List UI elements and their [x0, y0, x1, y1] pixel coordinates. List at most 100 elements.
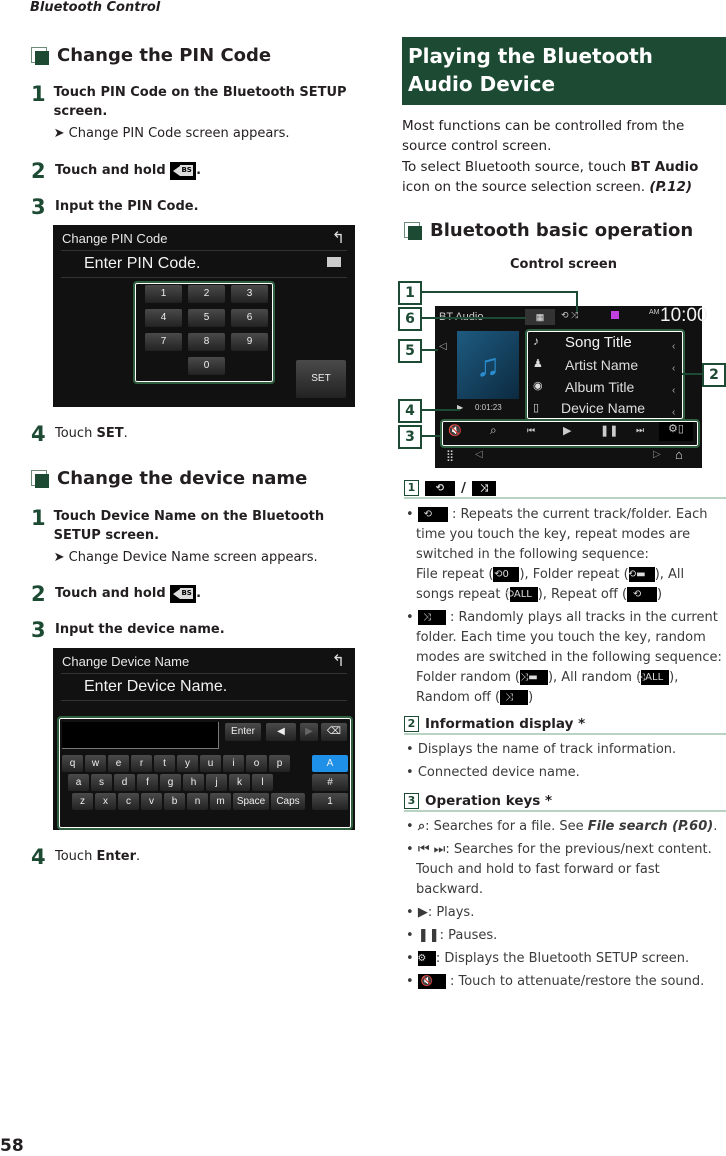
- keypad-key[interactable]: 4: [145, 309, 182, 327]
- keyboard-key[interactable]: o: [246, 755, 267, 772]
- play-bullet: • ▶: Plays.: [406, 905, 475, 920]
- keyboard-key[interactable]: a: [68, 774, 89, 791]
- source-select-button[interactable]: ▦: [525, 309, 555, 325]
- pause-button[interactable]: ❚❚: [600, 424, 618, 437]
- keyboard-key[interactable]: r: [131, 755, 152, 772]
- text: : Pauses.: [439, 928, 498, 943]
- album-title: Album Title: [565, 379, 635, 395]
- text: Displays the name of track information.: [417, 742, 677, 757]
- step-number: 1: [31, 82, 46, 106]
- page-ref-link[interactable]: File search (P.60): [588, 819, 713, 834]
- text: ), Repeat off (: [537, 587, 628, 602]
- keyboard-key[interactable]: k: [229, 774, 250, 791]
- backspace-icon[interactable]: [327, 257, 341, 267]
- cursor-right-button[interactable]: ▶: [300, 723, 318, 741]
- ampm-label: AM: [649, 309, 660, 316]
- pause-bullet: • ❚❚: Pauses.: [406, 928, 498, 943]
- keyboard-key[interactable]: i: [223, 755, 244, 772]
- keyboard-key[interactable]: z: [72, 793, 93, 810]
- keypad-key[interactable]: 0: [188, 357, 225, 375]
- step-text: Touch: [53, 509, 101, 524]
- mode-key-number[interactable]: 1: [312, 793, 348, 810]
- next-button[interactable]: ⏭: [636, 425, 644, 436]
- keypad-key[interactable]: 2: [188, 285, 225, 303]
- repeat-off-icon: ⟲: [627, 587, 658, 602]
- repeat-random-buttons[interactable]: ⟲ ⤨: [561, 310, 605, 324]
- mode-key-symbol[interactable]: #: [312, 774, 348, 791]
- text: : Searches for a file. See: [425, 819, 588, 834]
- text: : Displays the Bluetooth SETUP screen.: [435, 951, 690, 966]
- keyboard-key[interactable]: x: [95, 793, 116, 810]
- prompt-text: Enter Device Name.: [84, 678, 228, 695]
- text: : Touch to attenuate/restore the sound.: [445, 974, 705, 989]
- keyboard-key[interactable]: y: [177, 755, 198, 772]
- name-step-2: 2 Touch and hold .: [31, 583, 201, 605]
- key-name: Device Name: [100, 509, 197, 524]
- mute-button[interactable]: 🔇: [448, 424, 462, 437]
- info-chevrons[interactable]: ‹ ‹ ‹ ‹: [672, 336, 675, 424]
- info-bullet: • Displays the name of track information…: [406, 742, 677, 757]
- enter-button[interactable]: Enter: [225, 723, 261, 741]
- setup-bullet: • ⚙: Displays the Bluetooth SETUP screen…: [406, 951, 690, 966]
- back-icon[interactable]: ↰: [332, 228, 345, 248]
- keyboard-key[interactable]: j: [206, 774, 227, 791]
- keypad-key[interactable]: 9: [231, 333, 268, 351]
- text-input[interactable]: [62, 722, 219, 749]
- keypad-key[interactable]: 5: [188, 309, 225, 327]
- keyboard-key[interactable]: v: [141, 793, 162, 810]
- step-number: 3: [31, 618, 46, 642]
- key-name: SET: [96, 426, 124, 441]
- keyboard-key[interactable]: c: [118, 793, 139, 810]
- step-text: Touch: [53, 85, 101, 100]
- keyboard-key[interactable]: l: [252, 774, 273, 791]
- cursor-left-button[interactable]: ◀: [266, 723, 296, 741]
- keypad-key[interactable]: 7: [145, 333, 182, 351]
- step-text: Touch: [55, 426, 97, 441]
- text: ), Folder repeat (: [519, 567, 629, 582]
- step-text: .: [123, 426, 128, 441]
- search-button[interactable]: ⌕: [490, 423, 497, 438]
- play-button[interactable]: ▶: [563, 424, 571, 437]
- keyboard-key[interactable]: u: [200, 755, 221, 772]
- home-icon[interactable]: ⌂: [675, 447, 683, 462]
- previous-button[interactable]: ⏮: [527, 425, 535, 436]
- left-arrow-icon[interactable]: ◁: [475, 449, 483, 460]
- text: Folder random (: [416, 670, 520, 685]
- keyboard-key[interactable]: p: [269, 755, 290, 772]
- apps-grid-icon[interactable]: ⣿: [446, 449, 454, 462]
- space-key[interactable]: Space: [233, 793, 269, 810]
- caps-key[interactable]: Caps: [271, 793, 305, 810]
- keyboard-key[interactable]: b: [164, 793, 185, 810]
- keyboard-key[interactable]: f: [137, 774, 158, 791]
- keyboard-key[interactable]: d: [114, 774, 135, 791]
- keypad-key[interactable]: 1: [145, 285, 182, 303]
- separator: /: [461, 480, 466, 496]
- album-icon: ◉: [533, 380, 543, 392]
- keyboard-key[interactable]: t: [154, 755, 175, 772]
- keypad-key[interactable]: 3: [231, 285, 268, 303]
- right-arrow-icon[interactable]: ▷: [653, 449, 661, 460]
- folder-random-icon: ⤨▬: [519, 670, 548, 685]
- step-text: Touch and hold: [55, 163, 166, 178]
- keyboard-key[interactable]: w: [85, 755, 106, 772]
- keyboard-key[interactable]: n: [187, 793, 208, 810]
- left-panel-handle[interactable]: ◁: [439, 341, 447, 352]
- info-bullet: • Connected device name.: [406, 765, 580, 780]
- back-icon[interactable]: ↰: [332, 651, 345, 671]
- mode-key-alpha[interactable]: A: [312, 755, 348, 772]
- page-ref-link[interactable]: (P.12): [649, 179, 692, 195]
- keyboard-key[interactable]: e: [108, 755, 129, 772]
- set-button[interactable]: SET: [296, 360, 346, 398]
- keypad-key[interactable]: 6: [231, 309, 268, 327]
- bt-setup-button[interactable]: ⚙▯: [659, 422, 693, 441]
- step-text: Touch and hold: [55, 586, 166, 601]
- keyboard-key[interactable]: h: [183, 774, 204, 791]
- keyboard-key[interactable]: g: [160, 774, 181, 791]
- step-number: 2: [31, 582, 46, 606]
- keyboard-key[interactable]: s: [91, 774, 112, 791]
- step-number: 3: [31, 195, 46, 219]
- keyboard-key[interactable]: q: [62, 755, 83, 772]
- backspace-button[interactable]: ⌫: [321, 723, 347, 741]
- keypad-key[interactable]: 8: [188, 333, 225, 351]
- keyboard-key[interactable]: m: [210, 793, 231, 810]
